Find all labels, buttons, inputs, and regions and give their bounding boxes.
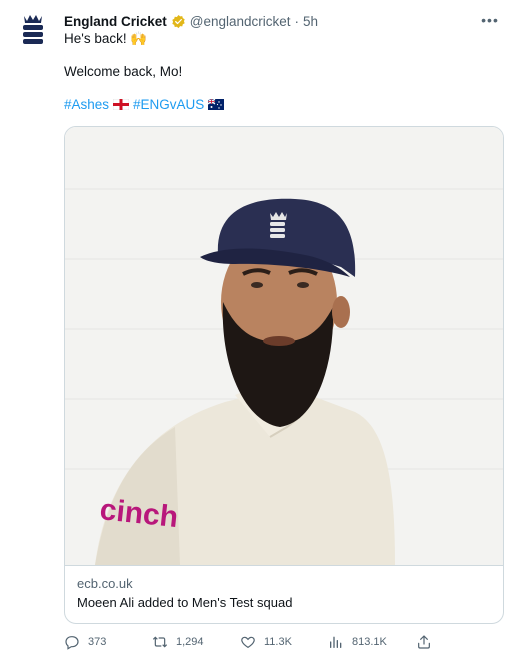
display-name[interactable]: England Cricket — [64, 14, 167, 29]
hashtag-engvaus[interactable]: #ENGvAUS — [133, 97, 204, 112]
tweet-header: England Cricket @englandcricket · 5h ••• — [64, 12, 500, 30]
card-title[interactable]: Moeen Ali added to Men's Test squad — [77, 594, 491, 612]
tweet[interactable]: England Cricket @englandcricket · 5h •••… — [0, 0, 512, 661]
action-bar: 373 1,294 11.3K 813.1K — [64, 632, 444, 652]
hashtag-line: #Ashes #ENGvAUS — [64, 97, 225, 112]
link-card[interactable]: cinch ecb.co.uk Moeen Ali added to Men's… — [64, 126, 504, 624]
player-photo[interactable]: cinch — [65, 127, 503, 565]
handle[interactable]: @englandcricket — [190, 14, 291, 29]
more-options-icon[interactable]: ••• — [480, 10, 500, 30]
ecb-logo-icon — [23, 15, 43, 44]
views-icon — [330, 636, 342, 648]
share-button[interactable] — [416, 632, 440, 652]
view-count: 813.1K — [352, 636, 387, 648]
retweet-count: 1,294 — [176, 636, 204, 648]
reply-button[interactable]: 373 — [64, 632, 152, 652]
verified-badge-icon — [172, 14, 185, 28]
england-flag-icon — [113, 99, 130, 110]
heart-icon — [241, 636, 255, 649]
card-domain: ecb.co.uk — [77, 576, 133, 591]
like-button[interactable]: 11.3K — [240, 632, 328, 652]
retweet-icon — [152, 636, 168, 648]
share-icon — [418, 635, 430, 649]
reply-icon — [65, 636, 79, 650]
tweet-text-line1: He's back! 🙌 — [64, 31, 148, 46]
reply-count: 373 — [88, 636, 107, 648]
australia-flag-icon — [208, 99, 225, 110]
views-button[interactable]: 813.1K — [328, 632, 416, 652]
like-count: 11.3K — [264, 636, 292, 648]
timestamp[interactable]: 5h — [303, 14, 318, 29]
retweet-button[interactable]: 1,294 — [152, 632, 240, 652]
hashtag-ashes[interactable]: #Ashes — [64, 97, 109, 112]
avatar[interactable] — [12, 10, 54, 52]
card-meta[interactable]: ecb.co.uk Moeen Ali added to Men's Test … — [65, 565, 503, 623]
player-photo-illustration: cinch — [65, 127, 503, 565]
separator-dot: · — [294, 13, 300, 29]
tweet-text-line2: Welcome back, Mo! — [64, 64, 183, 79]
